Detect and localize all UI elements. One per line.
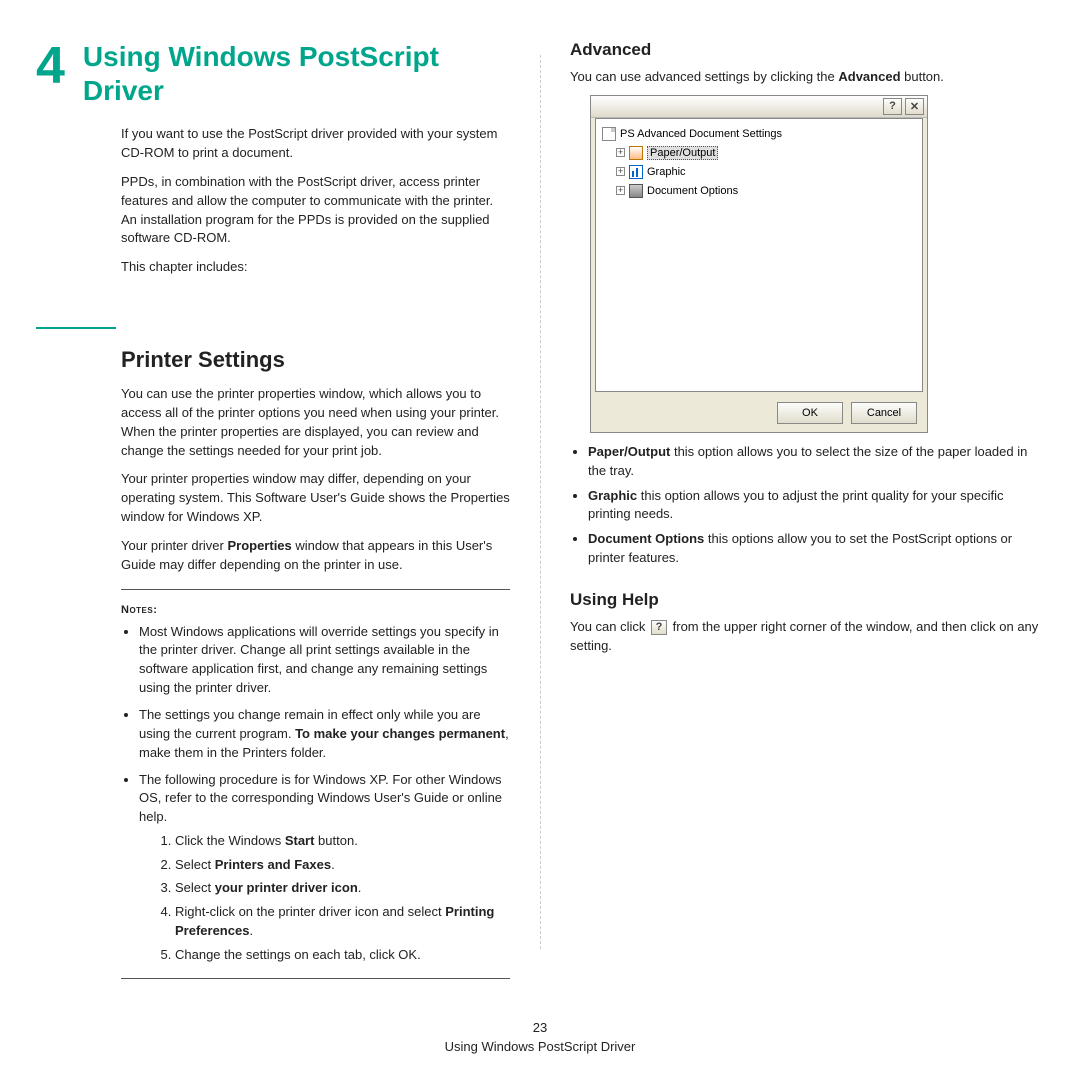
tree-paper-output[interactable]: + Paper/Output bbox=[602, 144, 916, 162]
note-item-1: Most Windows applications will override … bbox=[139, 623, 510, 698]
step-4: Right-click on the printer driver icon a… bbox=[175, 902, 510, 941]
opt-graphic: Graphic this option allows you to adjust… bbox=[588, 487, 1044, 525]
dialog-tree-pane: PS Advanced Document Settings + Paper/Ou… bbox=[595, 118, 923, 392]
notes-rule-bottom bbox=[121, 978, 510, 979]
intro-para-2: PPDs, in combination with the PostScript… bbox=[36, 173, 510, 248]
cancel-button[interactable]: Cancel bbox=[851, 402, 917, 424]
page-number: 23 bbox=[0, 1020, 1080, 1035]
page-footer: 23 Using Windows PostScript Driver bbox=[0, 1020, 1080, 1054]
footer-text: Using Windows PostScript Driver bbox=[0, 1039, 1080, 1054]
opt-document-options: Document Options this options allow you … bbox=[588, 530, 1044, 568]
advanced-intro: You can use advanced settings by clickin… bbox=[570, 68, 1044, 87]
expand-icon[interactable]: + bbox=[616, 167, 625, 176]
intro-para-1: If you want to use the PostScript driver… bbox=[36, 125, 510, 163]
note-item-3: The following procedure is for Windows X… bbox=[139, 771, 510, 965]
expand-icon[interactable]: + bbox=[616, 186, 625, 195]
dialog-titlebar: ? ✕ bbox=[591, 96, 927, 118]
ok-button[interactable]: OK bbox=[777, 402, 843, 424]
chart-icon bbox=[629, 165, 643, 179]
close-button[interactable]: ✕ bbox=[905, 98, 924, 115]
using-help-para: You can click ? from the upper right cor… bbox=[570, 618, 1044, 656]
chapter-number: 4 bbox=[36, 40, 65, 92]
notes-label: Notes: bbox=[121, 600, 510, 619]
ps-para-3: Your printer driver Properties window th… bbox=[121, 537, 510, 575]
options-icon bbox=[629, 184, 643, 198]
notes-rule-top bbox=[121, 589, 510, 590]
note-item-2: The settings you change remain in effect… bbox=[139, 706, 510, 763]
step-5: Change the settings on each tab, click O… bbox=[175, 945, 510, 965]
tree-root[interactable]: PS Advanced Document Settings bbox=[602, 125, 916, 143]
advanced-dialog: ? ✕ PS Advanced Document Settings + Pape… bbox=[590, 95, 928, 433]
ps-para-1: You can use the printer properties windo… bbox=[121, 385, 510, 460]
step-2: Select Printers and Faxes. bbox=[175, 855, 510, 875]
section-accent-bar bbox=[36, 327, 116, 329]
using-help-heading: Using Help bbox=[570, 590, 1044, 610]
help-button[interactable]: ? bbox=[883, 98, 902, 115]
intro-para-3: This chapter includes: bbox=[36, 258, 510, 277]
ps-para-2: Your printer properties window may diffe… bbox=[121, 470, 510, 527]
printer-settings-heading: Printer Settings bbox=[36, 347, 510, 373]
chapter-title: Using Windows PostScript Driver bbox=[83, 40, 510, 107]
help-icon: ? bbox=[651, 620, 667, 635]
step-3: Select your printer driver icon. bbox=[175, 878, 510, 898]
expand-icon[interactable]: + bbox=[616, 148, 625, 157]
step-1: Click the Windows Start button. bbox=[175, 831, 510, 851]
advanced-heading: Advanced bbox=[570, 40, 1044, 60]
tree-document-options[interactable]: + Document Options bbox=[602, 182, 916, 200]
tree-graphic[interactable]: + Graphic bbox=[602, 163, 916, 181]
opt-paper-output: Paper/Output this option allows you to s… bbox=[588, 443, 1044, 481]
document-icon bbox=[602, 127, 616, 141]
printer-icon bbox=[629, 146, 643, 160]
